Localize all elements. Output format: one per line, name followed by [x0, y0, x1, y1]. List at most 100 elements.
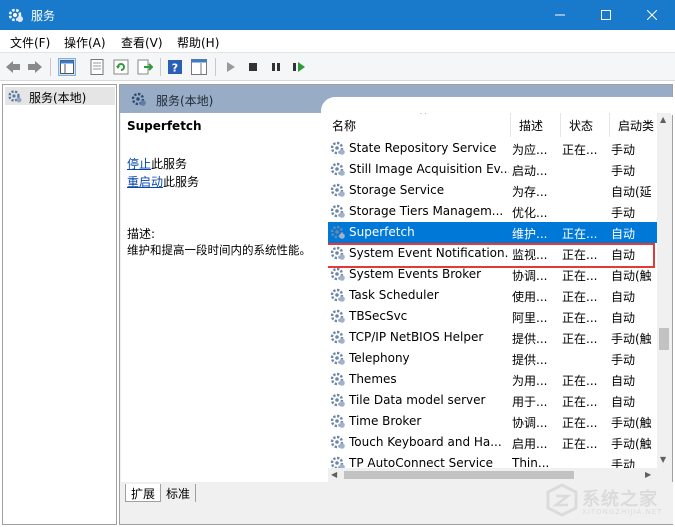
maximize-icon: [601, 10, 611, 20]
service-status-cell: 正在...: [562, 227, 598, 241]
menu-action[interactable]: 操作(A): [64, 34, 106, 51]
service-row[interactable]: Touch Keyboard and Ha... 启用... 正在... 手动(触: [328, 432, 658, 453]
menu-help[interactable]: 帮助(H): [177, 34, 219, 51]
svg-text:?: ?: [172, 62, 178, 75]
menu-view[interactable]: 查看(V): [121, 34, 163, 51]
service-row[interactable]: State Repository Service 为应... 正在... 手动: [328, 138, 658, 159]
scroll-left-icon[interactable]: ◀: [331, 470, 337, 479]
service-name-cell: System Event Notification...: [349, 246, 509, 260]
description-text: 维护和提高一段时间内的系统性能。: [127, 243, 311, 257]
service-status-cell: 正在...: [562, 248, 598, 262]
site-watermark: 系统之家 XITONGZHIJIA.NET: [545, 481, 670, 521]
scroll-right-icon[interactable]: ▶: [645, 470, 651, 479]
service-row[interactable]: Time Broker 协调... 正在... 手动(触: [328, 411, 658, 432]
service-status-cell: 正在...: [562, 374, 598, 388]
service-row[interactable]: Still Image Acquisition Ev... 启动... 手动: [328, 159, 658, 180]
service-startup-cell: 自动: [611, 374, 636, 388]
column-header-startup-label: 启动类: [618, 119, 655, 133]
service-gear-icon: [330, 161, 346, 180]
column-header-status[interactable]: 状态: [561, 113, 610, 137]
service-name-cell: TCP/IP NetBIOS Helper: [349, 330, 484, 344]
services-gear-icon: [131, 92, 146, 106]
restart-service-button[interactable]: [290, 58, 308, 76]
vertical-scroll-thumb[interactable]: [659, 328, 669, 350]
pause-service-button[interactable]: [267, 58, 285, 76]
pane-content: Superfetch 停止此服务 重启动此服务 描述: 维护和提高一段时间内的系…: [121, 97, 673, 482]
service-row[interactable]: Telephony 提供... 手动: [328, 348, 658, 369]
service-name-cell: Storage Service: [349, 183, 445, 197]
service-name-cell: Telephony: [349, 351, 410, 365]
service-row[interactable]: System Events Broker 协调... 正在... 自动(触: [328, 264, 658, 285]
service-name-cell: Touch Keyboard and Ha...: [349, 435, 502, 449]
service-row[interactable]: Storage Service 为存... 自动(延: [328, 180, 658, 201]
forward-arrow-icon: [28, 61, 42, 73]
properties-button[interactable]: [88, 58, 106, 76]
service-description-panel: Superfetch 停止此服务 重启动此服务 描述: 维护和提高一段时间内的系…: [121, 113, 326, 482]
help-button[interactable]: ?: [166, 58, 184, 76]
window-title: 服务: [31, 9, 56, 23]
tab-standard[interactable]: 标准: [161, 484, 197, 502]
toolbar: ?: [0, 52, 675, 81]
minimize-icon: [555, 14, 565, 16]
show-action-pane-button[interactable]: [190, 58, 208, 76]
minimize-button[interactable]: [537, 0, 583, 30]
vertical-scrollbar[interactable]: ▲ ▼: [657, 113, 671, 482]
services-gear-icon: [8, 8, 23, 22]
refresh-button[interactable]: [112, 58, 130, 76]
export-list-button[interactable]: [136, 58, 154, 76]
start-service-button[interactable]: [221, 58, 239, 76]
service-startup-cell: 自动: [611, 311, 636, 325]
stop-service-button[interactable]: [244, 58, 262, 76]
column-header-name[interactable]: ^ 名称: [328, 113, 511, 137]
close-button[interactable]: [629, 0, 675, 30]
service-description-cell: 协调...: [512, 269, 548, 283]
service-row[interactable]: Tile Data model server 用于... 正在... 自动: [328, 390, 658, 411]
services-pane: 服务(本地) Superfetch 停止此服务 重启动此服务 描述: 维护和提高…: [119, 84, 673, 525]
service-row[interactable]: TCP/IP NetBIOS Helper 提供... 正在... 手动(触: [328, 327, 658, 348]
menu-file[interactable]: 文件(F): [10, 34, 50, 51]
maximize-button[interactable]: [583, 0, 629, 30]
service-gear-icon: [330, 266, 346, 285]
service-row[interactable]: Storage Tiers Managem... 优化... 手动: [328, 201, 658, 222]
description-label: 描述:: [127, 227, 156, 241]
service-row[interactable]: Task Scheduler 使用... 正在... 自动: [328, 285, 658, 306]
show-hide-console-tree-button[interactable]: [58, 58, 76, 76]
tree-item-services-local[interactable]: 服务(本地): [5, 87, 115, 105]
service-row[interactable]: Superfetch 维护... 正在... 自动: [328, 222, 658, 243]
service-row[interactable]: System Event Notification... 监视... 正在... 自动: [328, 243, 658, 264]
service-name-cell: State Repository Service: [349, 141, 497, 155]
service-row[interactable]: Themes 为用... 正在... 自动: [328, 369, 658, 390]
service-startup-cell: 自动: [611, 395, 636, 409]
scroll-down-icon[interactable]: ▼: [660, 455, 666, 464]
tab-extended[interactable]: 扩展: [125, 484, 162, 502]
service-name-cell: Tile Data model server: [349, 393, 486, 407]
service-startup-cell: 自动: [611, 227, 636, 241]
service-status-cell: 正在...: [562, 416, 598, 430]
column-header-startup-type[interactable]: 启动类: [610, 113, 660, 137]
stop-service-row: 停止此服务: [127, 155, 187, 172]
stop-service-link[interactable]: 停止: [127, 157, 151, 171]
console-tree-pane: 服务(本地): [2, 84, 117, 525]
watermark-logo-icon: [546, 483, 578, 517]
restart-service-link[interactable]: 重启动: [127, 175, 163, 189]
service-description-cell: 协调...: [512, 416, 548, 430]
service-startup-cell: 自动: [611, 290, 636, 304]
horizontal-scroll-thumb[interactable]: [344, 471, 574, 479]
scroll-up-icon[interactable]: ▲: [660, 115, 666, 124]
export-icon: [137, 59, 153, 75]
service-gear-icon: [330, 203, 346, 222]
restart-service-suffix: 此服务: [163, 175, 200, 189]
column-header-description[interactable]: 描述: [511, 113, 561, 137]
forward-button[interactable]: [26, 58, 44, 76]
service-name-cell: Themes: [349, 372, 397, 386]
close-icon: [647, 10, 657, 20]
toolbar-separator: [50, 58, 51, 76]
title-bar: 服务: [0, 0, 675, 30]
service-row[interactable]: TBSecSvc 阿里... 正在... 自动: [328, 306, 658, 327]
service-name-cell: TBSecSvc: [349, 309, 408, 323]
service-description-cell: 为应...: [512, 143, 548, 157]
services-list: ^ 名称 描述 状态 启动类 State Repository Service 为…: [328, 113, 671, 482]
pause-icon: [272, 63, 280, 71]
horizontal-scrollbar[interactable]: ◀ ▶: [328, 468, 657, 482]
back-button[interactable]: [4, 58, 22, 76]
